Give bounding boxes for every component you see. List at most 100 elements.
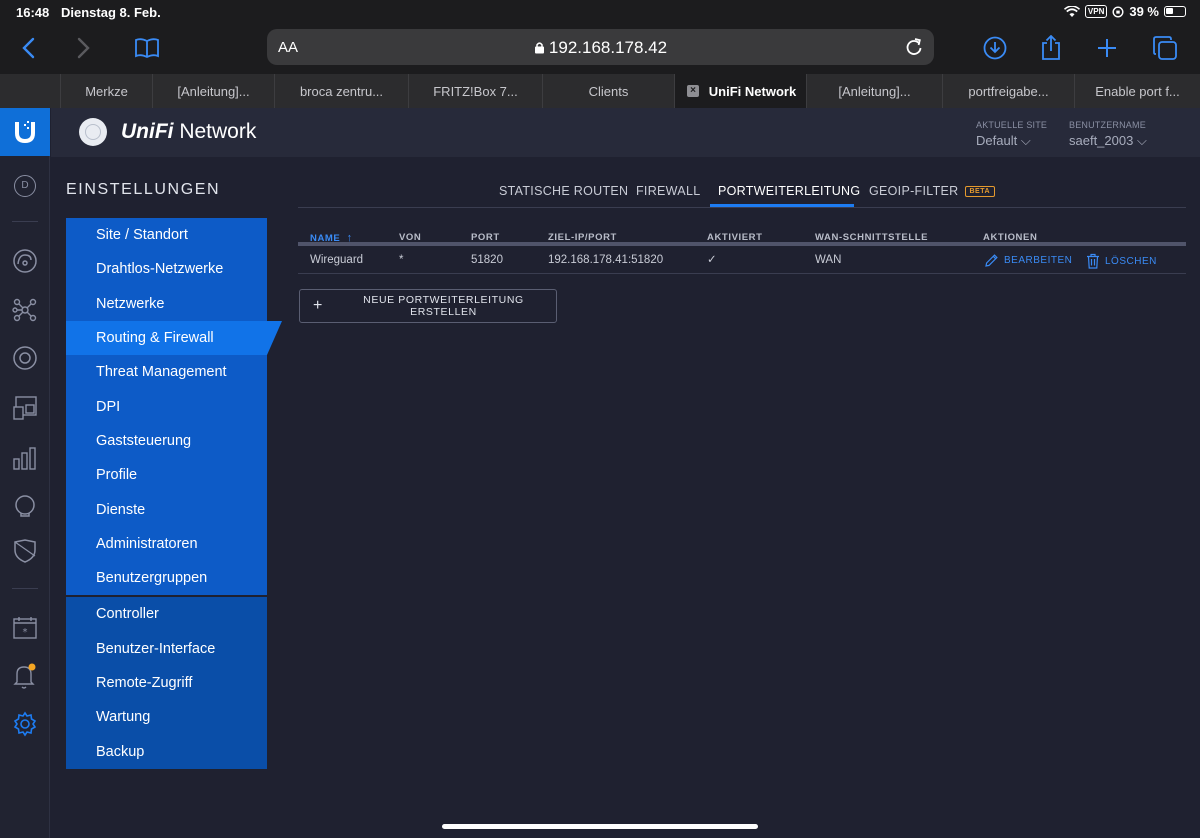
delete-button[interactable]: LÖSCHEN [1086, 253, 1157, 269]
menu-item-user-interface[interactable]: Benutzer-Interface [66, 631, 267, 666]
checkmark-icon: ✓ [707, 254, 717, 266]
column-header-name[interactable]: NAME ↑ [310, 232, 353, 244]
address-bar[interactable]: AA 192.168.178.42 [267, 29, 934, 65]
shield-icon[interactable] [10, 536, 40, 566]
url-display[interactable]: 192.168.178.42 [267, 38, 934, 58]
dashboard-icon[interactable]: D [10, 171, 40, 201]
browser-tab-label: Merkze [85, 83, 128, 99]
browser-tab-strip: Merkze [Anleitung]... broca zentru... FR… [0, 74, 1200, 108]
beta-badge: BETA [964, 186, 996, 197]
menu-item-admins[interactable]: Administratoren [66, 526, 267, 561]
site-selector[interactable]: AKTUELLE SITE Default ⌵ [976, 120, 1047, 149]
browser-tab[interactable]: Enable port f... [1074, 74, 1200, 108]
lock-icon [534, 42, 544, 54]
menu-item-services[interactable]: Dienste [66, 492, 267, 527]
column-header-actions: AKTIONEN [983, 232, 1038, 243]
settings-menu: Site / Standort Drahtlos-Netzwerke Netzw… [66, 218, 282, 769]
table-row: Wireguard * 51820 192.168.178.41:51820 ✓… [298, 246, 1186, 274]
menu-item-user-groups[interactable]: Benutzergruppen [66, 560, 267, 596]
tab-overview-icon[interactable] [1149, 32, 1181, 64]
vpn-badge: VPN [1084, 5, 1108, 18]
browser-tab[interactable]: Clients [542, 74, 674, 108]
status-time: 16:48 [16, 5, 50, 20]
column-header-enabled[interactable]: AKTIVIERT [707, 232, 763, 243]
menu-item-threat-management[interactable]: Threat Management [66, 355, 267, 390]
home-indicator[interactable] [442, 824, 758, 829]
app-header: UniFi Network AKTUELLE SITE Default ⌵ BE… [51, 108, 1200, 157]
create-port-forwarding-button[interactable]: + NEUE PORTWEITERLEITUNG ERSTELLEN [299, 289, 557, 323]
user-selector[interactable]: BENUTZERNAME saeft_2003 ⌵ [1069, 120, 1147, 149]
create-button-label: NEUE PORTWEITERLEITUNG ERSTELLEN [363, 294, 524, 318]
tab-firewall[interactable]: FIREWALL [636, 184, 700, 198]
ubiquiti-logo-icon[interactable] [0, 108, 50, 156]
edit-button[interactable]: BEARBEITEN [984, 253, 1072, 268]
column-header-port[interactable]: PORT [471, 232, 500, 243]
routing-subtabs: STATISCHE ROUTEN FIREWALL PORTWEITERLEIT… [298, 176, 1186, 208]
table-header: NAME ↑ VON PORT ZIEL-IP/PORT AKTIVIERT W… [298, 226, 1186, 246]
brand-unifi: UniFi [121, 120, 174, 143]
bookmarks-icon[interactable] [131, 32, 163, 64]
devices-icon[interactable] [10, 343, 40, 373]
tab-port-forwarding[interactable]: PORTWEITERLEITUNG [718, 184, 860, 198]
insights-icon[interactable] [10, 492, 40, 522]
menu-item-backup[interactable]: Backup [66, 734, 267, 769]
status-bar: 16:48 Dienstag 8. Feb. VPN 39 % [0, 0, 1200, 24]
cell-target: 192.168.178.41:51820 [548, 254, 664, 266]
menu-item-site[interactable]: Site / Standort [66, 218, 267, 253]
events-calendar-icon[interactable]: * [10, 612, 40, 642]
browser-tab-label: UniFi Network [708, 83, 797, 99]
alerts-bell-icon[interactable] [10, 661, 40, 691]
menu-item-guest-control[interactable]: Gaststeuerung [66, 423, 267, 459]
statistics-icon[interactable] [10, 246, 40, 276]
column-header-target[interactable]: ZIEL-IP/PORT [548, 232, 617, 243]
clients-icon[interactable] [10, 393, 40, 423]
menu-item-wireless[interactable]: Drahtlos-Netzwerke [66, 252, 267, 287]
downloads-icon[interactable] [979, 32, 1011, 64]
column-header-from[interactable]: VON [399, 232, 421, 243]
menu-item-maintenance[interactable]: Wartung [66, 700, 267, 735]
menu-item-networks[interactable]: Netzwerke [66, 286, 267, 321]
battery-percent: 39 % [1129, 4, 1159, 19]
cell-from: * [399, 254, 404, 266]
status-indicators: VPN 39 % [1063, 4, 1186, 19]
brand[interactable]: UniFi Network [79, 118, 256, 146]
menu-item-dpi[interactable]: DPI [66, 389, 267, 424]
statistics-bar-icon[interactable] [10, 443, 40, 473]
browser-tab[interactable]: broca zentru... [274, 74, 408, 108]
unifi-left-nav: D * [0, 108, 50, 838]
menu-item-controller[interactable]: Controller [66, 597, 267, 632]
nav-divider [12, 588, 38, 589]
browser-tab[interactable]: [Anleitung]... [152, 74, 274, 108]
topology-icon[interactable] [10, 295, 40, 325]
browser-tab[interactable]: [Anleitung]... [806, 74, 942, 108]
menu-item-profiles[interactable]: Profile [66, 458, 267, 493]
user-label: BENUTZERNAME [1069, 120, 1146, 130]
url-text: 192.168.178.42 [548, 38, 668, 57]
menu-item-remote-access[interactable]: Remote-Zugriff [66, 665, 267, 701]
close-tab-icon[interactable]: × [687, 85, 699, 97]
reload-icon[interactable] [904, 37, 924, 57]
browser-tab-active[interactable]: × UniFi Network [674, 74, 806, 108]
browser-tab-label: broca zentru... [299, 83, 384, 99]
site-value: Default [976, 133, 1018, 148]
share-icon[interactable] [1035, 32, 1067, 64]
browser-tab[interactable]: FRITZ!Box 7... [408, 74, 542, 108]
forward-icon[interactable] [68, 32, 100, 64]
trash-icon [1087, 253, 1099, 269]
column-header-wan[interactable]: WAN-SCHNITTSTELLE [815, 232, 928, 243]
browser-tab[interactable]: Merkze [60, 74, 152, 108]
nav-divider [12, 221, 38, 222]
tab-static-routes[interactable]: STATISCHE ROUTEN [499, 184, 628, 198]
back-icon[interactable] [12, 32, 44, 64]
new-tab-icon[interactable] [1091, 32, 1123, 64]
browser-tab[interactable]: portfreigabe... [942, 74, 1074, 108]
wifi-icon [1063, 5, 1080, 17]
port-forwarding-table: NAME ↑ VON PORT ZIEL-IP/PORT AKTIVIERT W… [298, 226, 1186, 274]
active-tab-indicator [710, 204, 854, 207]
svg-text:*: * [23, 627, 28, 638]
plus-icon: + [313, 297, 323, 314]
settings-gear-icon[interactable] [10, 709, 40, 739]
menu-item-routing-firewall[interactable]: Routing & Firewall [66, 320, 282, 356]
tab-geoip-filter[interactable]: GEOIP-FILTER BETA [869, 184, 996, 198]
chevron-down-icon: ⌵ [1136, 133, 1147, 148]
